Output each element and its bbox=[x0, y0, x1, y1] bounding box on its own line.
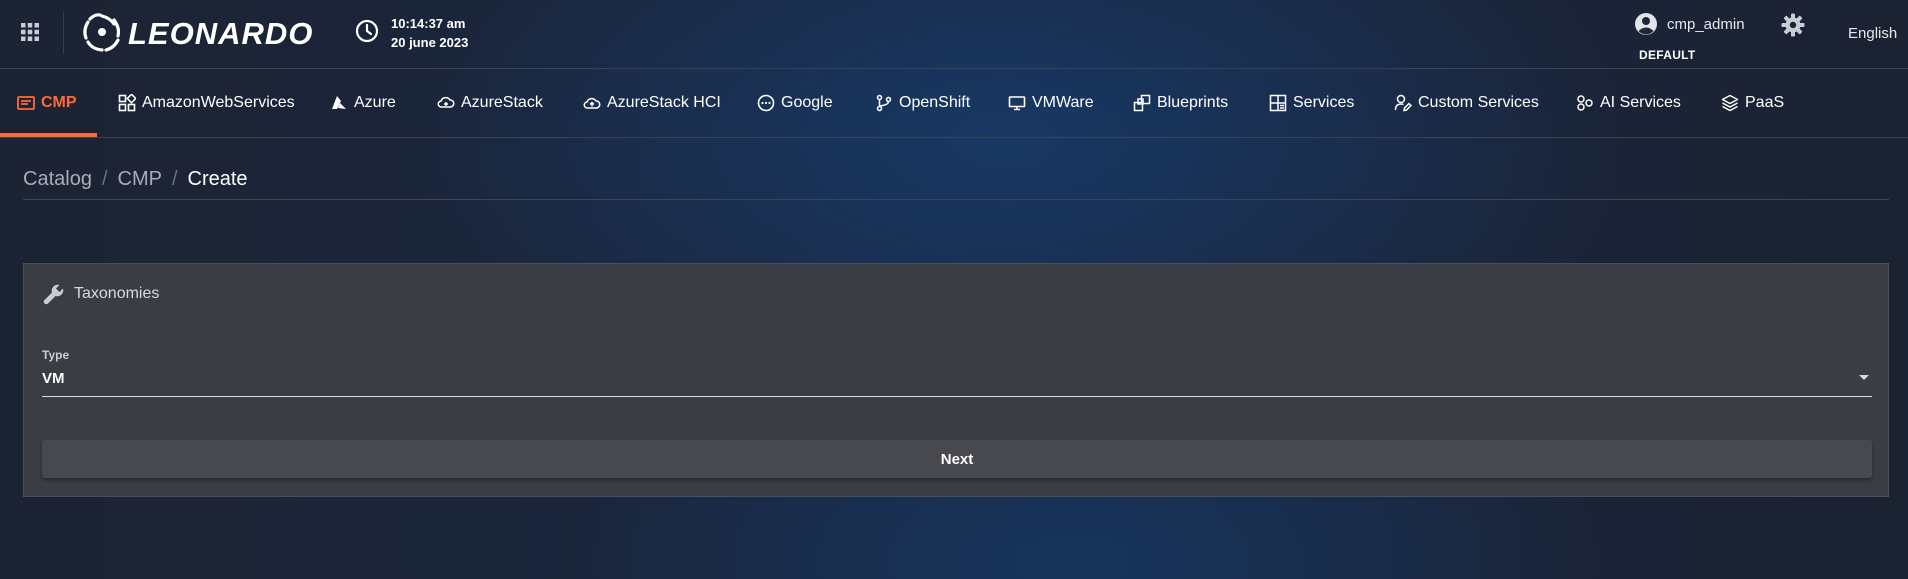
type-field-label: Type bbox=[42, 348, 70, 362]
top-bar: LEONARDO 10:14:37 am 20 june 2023 cmp_ad… bbox=[0, 0, 1908, 69]
main-nav: CMP AmazonWebServices Azure AzureStack A… bbox=[0, 69, 1908, 138]
branch-icon bbox=[876, 94, 892, 112]
type-select-value: VM bbox=[42, 370, 65, 387]
nav-item-google[interactable]: Google bbox=[757, 69, 833, 137]
nav-item-custom-services[interactable]: Custom Services bbox=[1394, 69, 1539, 137]
aws-icon bbox=[118, 94, 136, 112]
breadcrumb-separator: / bbox=[101, 168, 108, 190]
nav-item-services[interactable]: Services bbox=[1269, 69, 1354, 137]
nav-item-label: AmazonWebServices bbox=[142, 94, 295, 111]
services-icon bbox=[1269, 94, 1287, 112]
nav-item-label: CMP bbox=[41, 94, 77, 111]
topbar-divider bbox=[63, 12, 64, 54]
nav-item-label: OpenShift bbox=[899, 94, 971, 111]
breadcrumb-separator: / bbox=[171, 168, 178, 190]
blueprints-icon bbox=[1133, 94, 1151, 112]
clock-icon bbox=[354, 18, 380, 44]
leonardo-mark-icon bbox=[83, 13, 121, 52]
nav-item-azurestack[interactable]: AzureStack bbox=[437, 69, 543, 137]
nav-item-blueprints[interactable]: Blueprints bbox=[1133, 69, 1228, 137]
breadcrumb-cmp[interactable]: CMP bbox=[118, 168, 162, 191]
card-title: Taxonomies bbox=[74, 285, 160, 302]
nav-item-label: Services bbox=[1293, 94, 1355, 111]
nav-item-label: Azure bbox=[354, 94, 396, 111]
nav-item-azurestack-hci[interactable]: AzureStack HCI bbox=[583, 69, 721, 137]
monitor-icon bbox=[1008, 96, 1026, 111]
wrench-icon bbox=[43, 284, 64, 305]
dropdown-arrow-icon bbox=[1859, 375, 1869, 380]
nav-item-openshift[interactable]: OpenShift bbox=[875, 69, 970, 137]
breadcrumb-catalog[interactable]: Catalog bbox=[23, 168, 92, 191]
azure-icon bbox=[332, 96, 346, 109]
cmp-icon bbox=[17, 96, 35, 110]
nav-item-label: Custom Services bbox=[1418, 94, 1539, 111]
card-header: Taxonomies bbox=[42, 282, 159, 306]
settings-gear-icon[interactable] bbox=[1780, 12, 1806, 38]
logo-text: LEONARDO bbox=[128, 16, 314, 51]
nav-item-cmp[interactable]: CMP bbox=[17, 69, 77, 137]
next-button[interactable]: Next bbox=[42, 440, 1872, 478]
google-icon bbox=[757, 94, 775, 112]
ai-icon bbox=[1577, 95, 1593, 111]
nav-item-label: Blueprints bbox=[1157, 94, 1229, 111]
nav-item-label: VMWare bbox=[1032, 94, 1094, 111]
nav-item-vmware[interactable]: VMWare bbox=[1008, 69, 1094, 137]
language-selector[interactable]: English bbox=[1848, 25, 1897, 42]
nav-item-azure[interactable]: Azure bbox=[330, 69, 396, 137]
clock-time: 10:14:37 am bbox=[391, 16, 466, 31]
taxonomies-card: Taxonomies Type VM Next bbox=[23, 263, 1889, 497]
active-tab-indicator bbox=[0, 133, 97, 137]
layers-icon bbox=[1721, 94, 1739, 112]
azurestack-icon bbox=[437, 96, 455, 108]
nav-item-paas[interactable]: PaaS bbox=[1721, 69, 1784, 137]
apps-grid-icon[interactable] bbox=[19, 21, 41, 43]
nav-item-label: AzureStack HCI bbox=[607, 94, 721, 111]
clock-date: 20 june 2023 bbox=[391, 35, 469, 50]
tenant-label: DEFAULT bbox=[1639, 48, 1696, 62]
cloud-upload-icon bbox=[583, 97, 601, 109]
breadcrumb: Catalog / CMP / Create bbox=[23, 168, 248, 191]
user-menu[interactable]: cmp_admin DEFAULT bbox=[1634, 12, 1804, 64]
nav-item-label: Google bbox=[781, 94, 833, 111]
type-select[interactable]: VM bbox=[42, 362, 1872, 397]
leonardo-logo[interactable]: LEONARDO bbox=[80, 10, 325, 54]
nav-item-label: AI Services bbox=[1600, 94, 1681, 111]
account-circle-icon bbox=[1634, 12, 1658, 36]
nav-item-amazonwebservices[interactable]: AmazonWebServices bbox=[118, 69, 295, 137]
user-edit-icon bbox=[1394, 94, 1412, 112]
nav-item-ai-services[interactable]: AI Services bbox=[1576, 69, 1681, 137]
nav-item-label: PaaS bbox=[1745, 94, 1785, 111]
breadcrumb-divider bbox=[23, 199, 1889, 200]
nav-item-label: AzureStack bbox=[461, 94, 543, 111]
breadcrumb-current: Create bbox=[187, 168, 248, 190]
username: cmp_admin bbox=[1667, 16, 1745, 33]
